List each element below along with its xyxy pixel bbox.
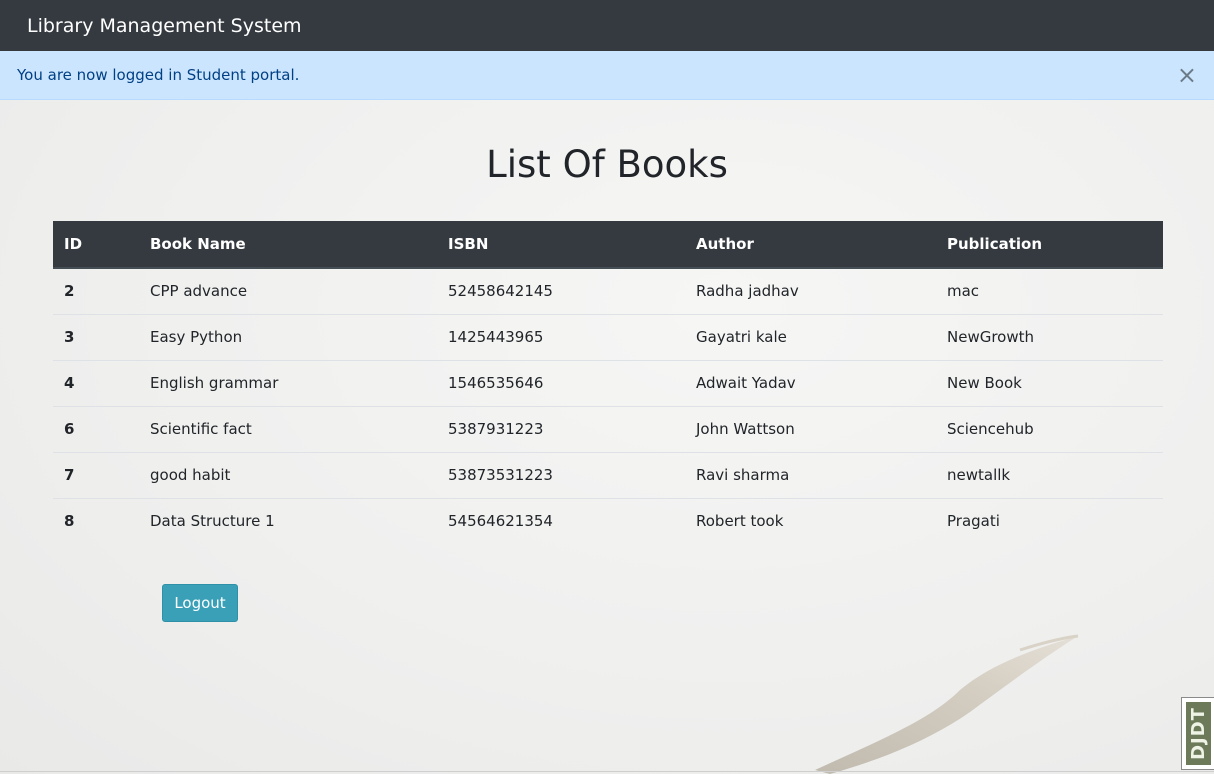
header-book-name: Book Name — [139, 221, 437, 269]
debug-toolbar-handle[interactable]: DJDT — [1181, 697, 1214, 770]
cell-book-name: good habit — [139, 451, 437, 498]
cell-book-name: Data Structure 1 — [139, 497, 437, 544]
login-alert: You are now logged in Student portal. × — [0, 51, 1214, 100]
logout-button[interactable]: Logout — [162, 584, 238, 622]
table-row: 2 CPP advance 52458642145 Radha jadhav m… — [53, 268, 1163, 314]
debug-toolbar-label: DJDT — [1187, 707, 1209, 760]
alert-message: You are now logged in Student portal. — [17, 66, 300, 84]
cell-id: 7 — [53, 451, 139, 498]
cell-publication: mac — [947, 282, 980, 301]
header-id: ID — [53, 221, 139, 269]
cell-isbn: 52458642145 — [448, 282, 553, 301]
cell-publication: newtallk — [936, 451, 1163, 498]
top-navbar: Library Management System — [0, 0, 1214, 51]
table-row: 4 English grammar 1546535646 Adwait Yada… — [53, 359, 1163, 406]
table-row: 3 Easy Python 1425443965 Gayatri kale Ne… — [53, 313, 1163, 360]
table-header-row: ID Book Name ISBN Author Publication — [53, 221, 1163, 269]
cell-id: 4 — [53, 359, 139, 406]
header-publication: Publication — [936, 221, 1163, 269]
cell-publication: NewGrowth — [936, 313, 1163, 360]
cell-author: John Wattson — [685, 405, 936, 452]
header-isbn: ISBN — [437, 221, 685, 269]
cell-isbn: 1546535646 — [437, 359, 685, 406]
cell-author: Gayatri kale — [685, 313, 936, 360]
cell-author: Ravi sharma — [685, 451, 936, 498]
books-table: ID Book Name ISBN Author Publication 2 C… — [53, 221, 1163, 544]
debug-toolbar-badge: DJDT — [1185, 702, 1211, 765]
cell-id: 8 — [53, 497, 139, 544]
header-author: Author — [685, 221, 936, 269]
cell-book-name: Scientific fact — [139, 405, 437, 452]
cell-isbn: 54564621354 — [437, 497, 685, 544]
cell-isbn: 53873531223 — [437, 451, 685, 498]
cell-author: Adwait Yadav — [685, 359, 936, 406]
navbar-brand[interactable]: Library Management System — [27, 15, 302, 37]
cell-book-name: CPP advance — [150, 282, 248, 301]
page-bottom-border — [0, 771, 1214, 772]
cell-id: 3 — [53, 313, 139, 360]
cell-id: 2 — [64, 282, 75, 301]
cell-isbn: 1425443965 — [437, 313, 685, 360]
cell-isbn: 5387931223 — [437, 405, 685, 452]
table-row: 7 good habit 53873531223 Ravi sharma new… — [53, 451, 1163, 498]
table-row: 6 Scientific fact 5387931223 John Wattso… — [53, 405, 1163, 452]
cell-book-name: English grammar — [139, 359, 437, 406]
cell-author: Robert took — [685, 497, 936, 544]
cell-publication: Sciencehub — [936, 405, 1163, 452]
cell-author: Radha jadhav — [696, 282, 799, 301]
close-icon[interactable]: × — [1177, 63, 1197, 87]
cell-book-name: Easy Python — [139, 313, 437, 360]
cell-publication: Pragati — [936, 497, 1163, 544]
cell-id: 6 — [53, 405, 139, 452]
cell-publication: New Book — [936, 359, 1163, 406]
table-row: 8 Data Structure 1 54564621354 Robert to… — [53, 497, 1163, 544]
page-title: List Of Books — [486, 143, 728, 186]
